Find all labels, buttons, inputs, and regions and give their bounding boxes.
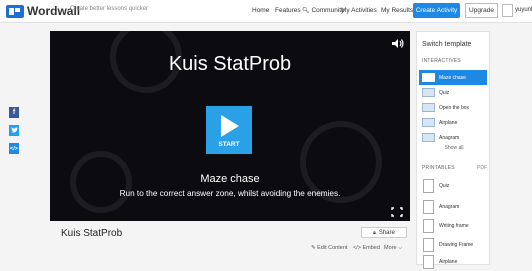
panel-title: Switch template [422, 41, 472, 48]
template-option-airplane[interactable]: Airplane [419, 115, 487, 130]
printable-option-label: Drawing Frame [439, 242, 474, 248]
edit-content-label: Edit Content [317, 245, 348, 251]
username[interactable]: yuyunkh [515, 7, 532, 13]
switch-template-panel: Switch template INTERACTIVES Maze chase … [416, 31, 491, 269]
start-button[interactable]: START [206, 106, 252, 154]
drawing-frame-thumbnail [423, 238, 434, 252]
interactives-header: INTERACTIVES [422, 58, 461, 64]
template-option-label: Maze chase [439, 74, 466, 81]
printable-option-writing-frame[interactable]: Writing frame [419, 217, 487, 235]
nav-features[interactable]: Features [275, 7, 301, 14]
template-option-label: Open the box [439, 104, 470, 111]
create-activity-button[interactable]: Create Activity [413, 3, 460, 18]
share-label: Share [378, 229, 395, 236]
template-option-label: Quiz [439, 89, 450, 96]
code-icon: </> [353, 245, 361, 251]
search-icon: 🔍︎ [302, 8, 310, 14]
play-icon [221, 115, 239, 137]
maze-chase-thumbnail [422, 73, 435, 82]
anagram-printable-thumbnail [423, 200, 434, 214]
open-the-box-thumbnail [422, 103, 435, 112]
embed-share-button[interactable]: </> [9, 143, 19, 154]
quiz-thumbnail [422, 88, 435, 97]
code-icon: </> [10, 145, 18, 152]
facebook-icon: f [12, 109, 16, 116]
pencil-icon: ✎ [311, 245, 316, 251]
template-option-quiz[interactable]: Quiz [419, 85, 487, 100]
embed-link[interactable]: </> Embed [353, 245, 380, 251]
activity-title: Kuis StatProb [61, 228, 123, 239]
top-navigation-bar: Wordwall Create better lessons quicker H… [0, 0, 532, 23]
printable-option-anagram[interactable]: Anagram [419, 198, 487, 216]
upgrade-button[interactable]: Upgrade [465, 3, 498, 18]
embed-label: Embed [362, 245, 380, 251]
template-option-label: Anagram [439, 134, 460, 141]
printable-option-quiz[interactable]: Quiz [419, 177, 487, 195]
template-option-anagram[interactable]: Anagram [419, 130, 487, 145]
more-dropdown[interactable]: More ⌵ [384, 245, 402, 252]
airplane-printable-thumbnail [423, 255, 434, 269]
speaker-icon[interactable] [391, 38, 405, 49]
printable-option-airplane[interactable]: Airplane [419, 253, 487, 271]
printables-header: PRINTABLES [422, 165, 455, 171]
pdf-label: PDF [477, 165, 487, 171]
printable-option-label: Anagram [439, 204, 460, 210]
printable-option-label: Airplane [439, 259, 458, 265]
game-player[interactable]: Kuis StatProb START Maze chase Run to th… [50, 31, 410, 221]
airplane-thumbnail [422, 118, 435, 127]
printable-option-label: Quiz [439, 183, 450, 189]
template-option-maze-chase[interactable]: Maze chase [419, 70, 487, 85]
twitter-share-button[interactable] [9, 125, 19, 136]
anagram-thumbnail [422, 133, 435, 142]
logo-icon [6, 4, 24, 18]
facebook-share-button[interactable]: f [9, 107, 19, 118]
share-button[interactable]: 🔒︎ Share [361, 227, 407, 238]
nav-home[interactable]: Home [252, 7, 269, 14]
chevron-down-icon: ⌵ [398, 245, 403, 251]
nav-community[interactable]: 🔍︎ Community [302, 7, 344, 14]
fullscreen-icon[interactable] [391, 207, 403, 217]
game-title: Kuis StatProb [168, 53, 292, 75]
nav-community-label: Community [311, 7, 345, 14]
lock-icon: 🔒︎ [373, 229, 376, 236]
template-option-open-the-box[interactable]: Open the box [419, 100, 487, 115]
avatar[interactable] [502, 4, 513, 17]
nav-my-results[interactable]: My Results [381, 7, 413, 14]
nav-my-activities[interactable]: My Activities [341, 7, 377, 14]
show-all-link[interactable]: Show all [417, 145, 491, 151]
writing-frame-thumbnail [423, 219, 434, 233]
start-label: START [218, 141, 240, 148]
printable-option-drawing-frame[interactable]: Drawing Frame [419, 236, 487, 254]
more-label: More [384, 245, 397, 251]
edit-content-link[interactable]: ✎ Edit Content [311, 245, 347, 251]
twitter-icon [10, 126, 18, 135]
template-description: Run to the correct answer zone, whilst a… [119, 189, 341, 198]
quiz-printable-thumbnail [423, 179, 434, 193]
template-name: Maze chase [200, 173, 260, 185]
tagline: Create better lessons quicker [70, 6, 149, 12]
wordwall-logo[interactable]: Wordwall [6, 3, 80, 19]
printable-option-label: Writing frame [439, 223, 469, 229]
template-option-label: Airplane [439, 119, 458, 126]
